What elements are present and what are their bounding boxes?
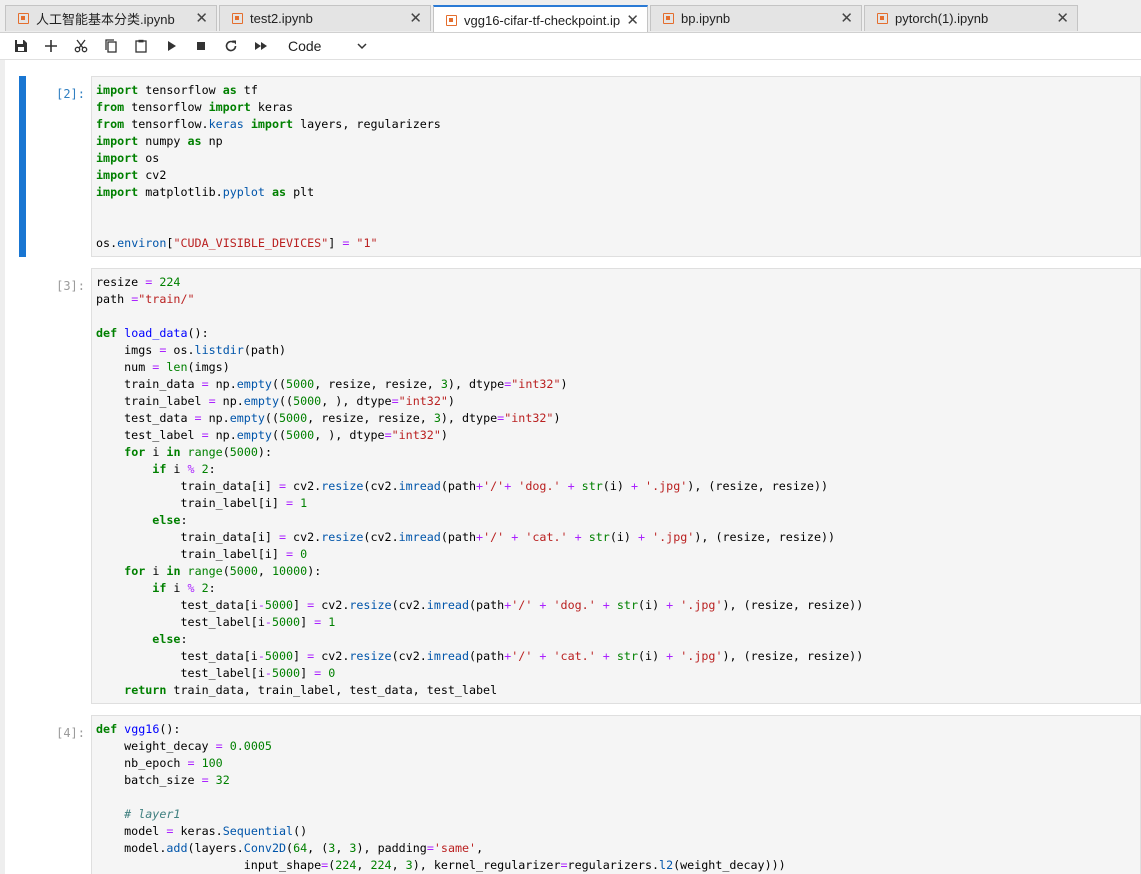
code-text: def vgg16(): weight_decay = 0.0005 nb_ep… xyxy=(96,722,786,872)
notebook-icon xyxy=(663,13,674,24)
cell-type-select[interactable]: Code xyxy=(288,38,368,54)
cell-type-value: Code xyxy=(288,38,322,54)
copy-button[interactable] xyxy=(96,33,126,59)
stop-button[interactable] xyxy=(186,33,216,59)
tab-label: test2.ipynb xyxy=(250,11,313,26)
notebook-icon xyxy=(18,13,29,24)
run-button[interactable] xyxy=(156,33,186,59)
save-icon xyxy=(15,40,27,52)
notebook-icon xyxy=(877,13,888,24)
tab-notebook-3[interactable]: vgg16-cifar-tf-checkpoint.ipynb ✕ xyxy=(433,5,648,33)
tab-notebook-4[interactable]: bp.ipynb ✕ xyxy=(650,5,862,31)
code-text: resize = 224 path ="train/" def load_dat… xyxy=(96,275,864,697)
copy-icon xyxy=(105,39,117,53)
cell-prompt: [4]: xyxy=(56,726,85,740)
run-all-button[interactable] xyxy=(246,33,276,59)
tab-label: 人工智能基本分类.ipynb xyxy=(36,12,175,27)
add-cell-icon xyxy=(45,40,57,52)
tab-bar: 人工智能基本分类.ipynb ✕ test2.ipynb ✕ vgg16-cif… xyxy=(0,0,1141,33)
stop-icon xyxy=(197,42,205,50)
notebook-icon xyxy=(446,14,457,26)
code-editor[interactable]: resize = 224 path ="train/" def load_dat… xyxy=(91,268,1141,704)
run-all-icon xyxy=(255,42,267,50)
tab-label: vgg16-cifar-tf-checkpoint.ipynb xyxy=(464,12,621,28)
code-cell[interactable]: [2]: import tensorflow as tf from tensor… xyxy=(19,76,1141,257)
restart-button[interactable] xyxy=(216,33,246,59)
notebook-icon xyxy=(232,13,243,24)
restart-icon xyxy=(225,40,237,52)
code-text: import tensorflow as tf from tensorflow … xyxy=(96,83,441,250)
code-editor[interactable]: import tensorflow as tf from tensorflow … xyxy=(91,76,1141,257)
run-icon xyxy=(168,41,176,51)
notebook-toolbar: Code xyxy=(0,32,1141,60)
notebook-panel: [2]: import tensorflow as tf from tensor… xyxy=(5,60,1141,874)
close-icon[interactable]: ✕ xyxy=(626,13,639,28)
save-button[interactable] xyxy=(6,33,36,59)
code-cell[interactable]: [4]: def vgg16(): weight_decay = 0.0005 … xyxy=(19,715,1141,874)
tab-notebook-5[interactable]: pytorch(1).ipynb ✕ xyxy=(864,5,1078,31)
cut-button[interactable] xyxy=(66,33,96,59)
code-cell[interactable]: [3]: resize = 224 path ="train/" def loa… xyxy=(19,268,1141,704)
cell-prompt: [3]: xyxy=(56,279,85,293)
cut-icon xyxy=(74,39,88,53)
tab-label: bp.ipynb xyxy=(681,11,731,26)
paste-button[interactable] xyxy=(126,33,156,59)
chevron-down-icon xyxy=(357,43,367,50)
tab-label: pytorch(1).ipynb xyxy=(895,11,989,26)
close-icon[interactable]: ✕ xyxy=(409,11,422,26)
code-editor[interactable]: def vgg16(): weight_decay = 0.0005 nb_ep… xyxy=(91,715,1141,874)
add-cell-button[interactable] xyxy=(36,33,66,59)
tab-notebook-1[interactable]: 人工智能基本分类.ipynb ✕ xyxy=(5,5,217,31)
close-icon[interactable]: ✕ xyxy=(840,11,853,26)
paste-icon xyxy=(135,39,147,53)
cell-prompt: [2]: xyxy=(56,87,85,101)
close-icon[interactable]: ✕ xyxy=(195,11,208,26)
tab-notebook-2[interactable]: test2.ipynb ✕ xyxy=(219,5,431,31)
active-cell-indicator xyxy=(19,76,26,257)
close-icon[interactable]: ✕ xyxy=(1056,11,1069,26)
